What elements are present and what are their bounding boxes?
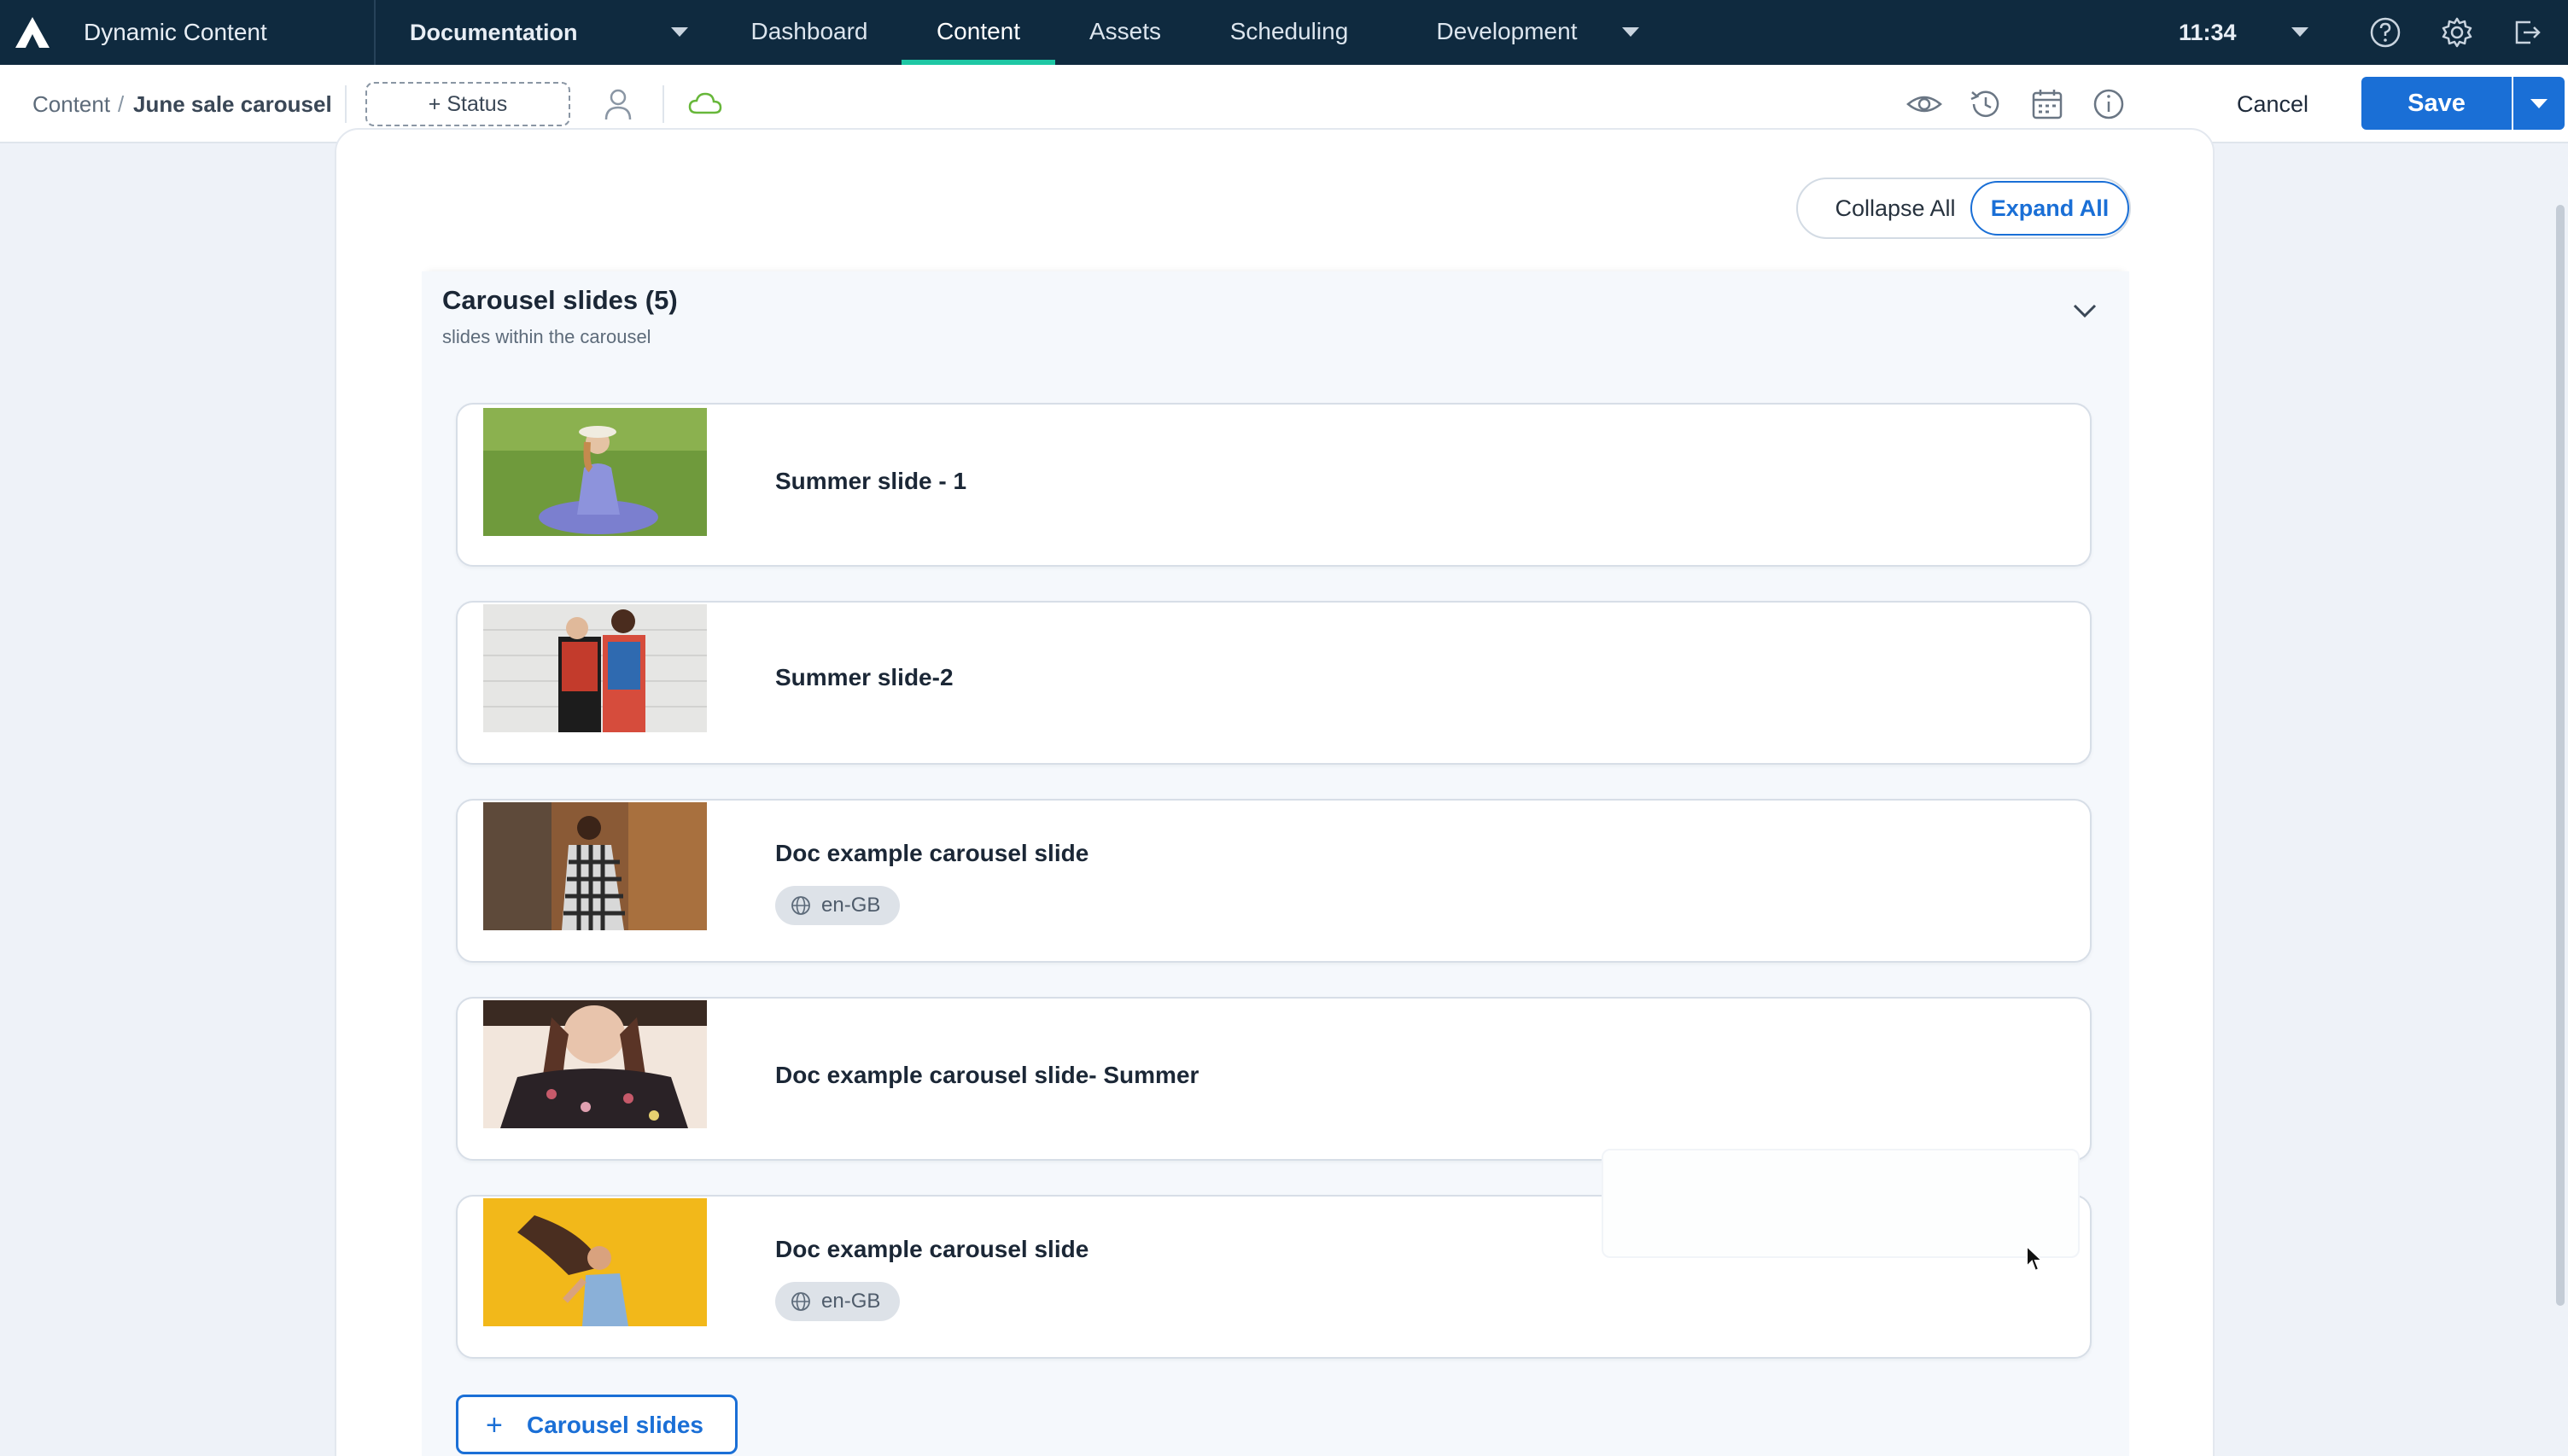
toolbar-divider [345, 85, 347, 123]
locale-label: en-GB [821, 1290, 881, 1313]
locale-badge: en-GB [775, 1282, 900, 1321]
slide-thumbnail [483, 1000, 707, 1128]
slide-thumbnail-image [483, 408, 707, 536]
logo-icon[interactable] [14, 15, 51, 50]
account-menu-chevron-icon[interactable] [2291, 27, 2308, 37]
slide-thumbnail-image [483, 1000, 707, 1128]
add-status-button[interactable]: + Status [365, 82, 570, 126]
app-root: Dynamic Content Documentation Dashboard … [0, 0, 2568, 1456]
slide-title: Doc example carousel slide- Summer [775, 1062, 1199, 1088]
clock-display: 11:34 [2179, 20, 2237, 45]
plus-icon: + [486, 1409, 503, 1441]
slide-thumbnail-image [483, 1198, 707, 1326]
slide-card[interactable]: Doc example carousel slide- Summer [456, 997, 2092, 1161]
hub-selector[interactable]: Documentation [410, 0, 692, 65]
section-title: Carousel slides (5) [442, 285, 678, 315]
preview-icon[interactable] [1906, 85, 1943, 123]
collapse-all-button[interactable]: Collapse All [1810, 179, 1981, 237]
logout-icon[interactable] [2510, 15, 2544, 50]
hover-action-panel [1602, 1149, 2080, 1258]
top-navigation-bar: Dynamic Content Documentation Dashboard … [0, 0, 2568, 65]
add-carousel-slide-label: Carousel slides [527, 1412, 703, 1438]
slide-card[interactable]: Summer slide-2 [456, 601, 2092, 765]
slide-card[interactable]: Doc example carousel slide en-GB [456, 799, 2092, 963]
tab-content[interactable]: Content [902, 0, 1055, 65]
globe-icon [791, 896, 810, 915]
chevron-down-icon[interactable] [2068, 297, 2102, 324]
slide-thumbnail [483, 1198, 707, 1326]
slide-title: Doc example carousel slide [775, 840, 1089, 866]
tab-dashboard[interactable]: Dashboard [734, 0, 884, 65]
help-icon[interactable] [2368, 15, 2402, 50]
slide-title: Summer slide - 1 [775, 468, 967, 494]
scrollbar-thumb[interactable] [2556, 205, 2565, 1306]
section-subtitle: slides within the carousel [442, 326, 651, 347]
slide-thumbnail-image [483, 604, 707, 732]
app-name: Dynamic Content [84, 19, 267, 45]
slide-thumbnail [483, 408, 707, 536]
settings-icon[interactable] [2440, 15, 2474, 50]
breadcrumb-separator: / [118, 91, 125, 117]
user-icon[interactable] [599, 85, 637, 123]
chevron-down-icon [671, 27, 688, 37]
development-menu-chevron-icon[interactable] [1622, 27, 1639, 37]
cancel-button[interactable]: Cancel [2215, 82, 2331, 126]
expand-all-button[interactable]: Expand All [1970, 181, 2129, 236]
breadcrumb-current: June sale carousel [133, 91, 332, 117]
nav-divider [374, 0, 376, 65]
hub-selector-label: Documentation [410, 20, 578, 45]
history-icon[interactable] [1967, 85, 2005, 123]
tab-assets[interactable]: Assets [1076, 0, 1175, 65]
slide-title: Doc example carousel slide [775, 1236, 1089, 1262]
cloud-icon[interactable] [686, 85, 724, 123]
chevron-down-icon [2530, 99, 2548, 108]
slide-thumbnail-image [483, 802, 707, 930]
locale-label: en-GB [821, 894, 881, 917]
collapse-expand-toggle: Collapse All Expand All [1796, 178, 2131, 239]
locale-badge: en-GB [775, 886, 900, 925]
save-button[interactable]: Save [2361, 77, 2512, 130]
info-icon[interactable] [2090, 85, 2127, 123]
save-options-button[interactable] [2513, 77, 2565, 130]
mouse-cursor-icon [2026, 1244, 2045, 1273]
add-carousel-slide-button[interactable]: + Carousel slides [456, 1395, 738, 1454]
slide-thumbnail [483, 604, 707, 732]
calendar-icon[interactable] [2028, 85, 2066, 123]
breadcrumb-root[interactable]: Content [32, 65, 110, 143]
globe-icon [791, 1292, 810, 1311]
tab-development[interactable]: Development [1409, 0, 1605, 65]
toolbar-divider [662, 85, 664, 123]
tab-scheduling[interactable]: Scheduling [1195, 0, 1383, 65]
slide-title: Summer slide-2 [775, 664, 954, 690]
slide-thumbnail [483, 802, 707, 930]
slide-card[interactable]: Summer slide - 1 [456, 403, 2092, 567]
